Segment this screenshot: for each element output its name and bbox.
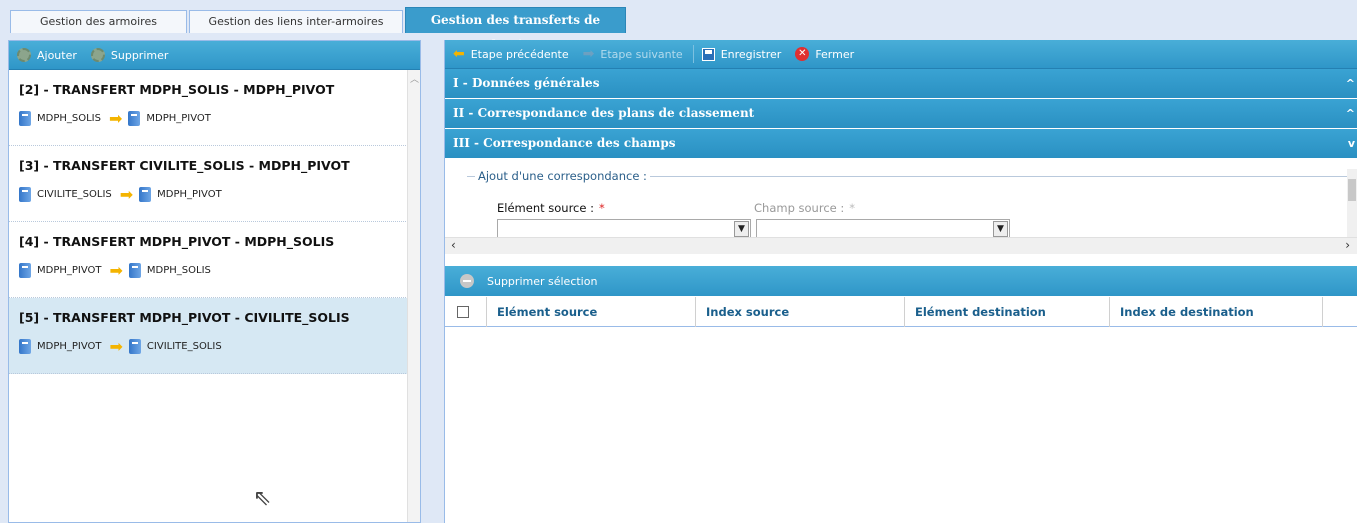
- gear-delete-icon: [90, 48, 105, 62]
- database-icon: [19, 339, 31, 354]
- arrow-right-icon: ➡: [109, 336, 123, 356]
- mapping-form: Ajout d'une correspondance : Elément sou…: [445, 169, 1357, 239]
- list-item[interactable]: [2] - TRANSFERT MDPH_SOLIS - MDPH_PIVOT …: [9, 70, 420, 146]
- next-step-button[interactable]: ➡ Etape suivante: [583, 46, 683, 62]
- close-button-label: Fermer: [815, 47, 855, 61]
- toolbar-separator: [692, 45, 694, 63]
- database-icon: [128, 263, 141, 278]
- previous-step-button[interactable]: ⬅ Etape précédente: [453, 46, 569, 62]
- database-icon: [19, 263, 31, 278]
- scroll-left-icon[interactable]: ‹: [451, 238, 456, 252]
- source-field-label: Champ source : *: [754, 201, 855, 215]
- transfer-title: [2] - TRANSFERT MDPH_SOLIS - MDPH_PIVOT: [19, 82, 335, 97]
- database-icon: [19, 187, 31, 202]
- route-source: MDPH_PIVOT: [37, 341, 102, 352]
- scroll-right-icon[interactable]: ›: [1345, 238, 1350, 252]
- transfer-list-panel: Ajouter Supprimer [2] - TRANSFERT MDPH_S…: [8, 40, 421, 523]
- remove-icon: [460, 274, 474, 288]
- transfer-title: [3] - TRANSFERT CIVILITE_SOLIS - MDPH_PI…: [19, 158, 350, 173]
- arrow-right-icon: ➡: [109, 260, 123, 280]
- source-field-select[interactable]: ▼: [756, 219, 1010, 239]
- section-title: III - Correspondance des champs: [453, 136, 676, 150]
- route-target: MDPH_PIVOT: [146, 113, 211, 124]
- left-toolbar: Ajouter Supprimer: [9, 41, 420, 70]
- transfer-route: MDPH_SOLIS ➡ MDPH_PIVOT: [19, 108, 410, 128]
- close-icon: ✕: [795, 47, 810, 61]
- route-source: CIVILITE_SOLIS: [37, 189, 112, 200]
- close-button[interactable]: ✕ Fermer: [795, 47, 854, 61]
- section-title: I - Données générales: [453, 76, 600, 90]
- dropdown-arrow-icon[interactable]: ▼: [993, 221, 1008, 237]
- transfer-route: MDPH_PIVOT ➡ CIVILITE_SOLIS: [19, 336, 410, 356]
- tab-transferts-dossiers[interactable]: Gestion des transferts de dossiers: [405, 7, 626, 52]
- column-header[interactable]: Index source: [696, 296, 905, 327]
- database-icon: [128, 339, 141, 354]
- route-target: MDPH_PIVOT: [157, 189, 222, 200]
- wizard-toolbar: ⬅ Etape précédente ➡ Etape suivante Enre…: [445, 40, 1357, 69]
- list-item-selected[interactable]: [5] - TRANSFERT MDPH_PIVOT - CIVILITE_SO…: [9, 298, 420, 374]
- tab-liens-inter-armoires[interactable]: Gestion des liens inter-armoires: [189, 10, 403, 33]
- panel-splitter[interactable]: [421, 40, 444, 523]
- scroll-up-icon[interactable]: ︿: [410, 72, 419, 85]
- database-icon: [19, 111, 31, 126]
- arrow-left-icon: ⬅: [453, 46, 465, 62]
- dropdown-arrow-icon[interactable]: ▼: [734, 221, 749, 237]
- chevron-up-icon[interactable]: ^: [1346, 99, 1355, 128]
- form-horizontal-scrollbar[interactable]: ‹ ›: [445, 237, 1357, 254]
- next-step-label: Etape suivante: [600, 47, 683, 61]
- add-button-label: Ajouter: [37, 48, 77, 62]
- add-button[interactable]: Ajouter: [17, 48, 77, 62]
- save-button-label: Enregistrer: [720, 47, 782, 61]
- source-element-label: Elément source : *: [497, 201, 605, 215]
- transfer-route: CIVILITE_SOLIS ➡ MDPH_PIVOT: [19, 184, 410, 204]
- delete-selection-label: Supprimer sélection: [487, 274, 598, 288]
- arrow-right-icon: ➡: [582, 46, 595, 62]
- route-source: MDPH_PIVOT: [37, 265, 102, 276]
- arrow-right-icon: ➡: [108, 108, 123, 128]
- section-field-mapping[interactable]: III - Correspondance des champs v: [445, 129, 1357, 159]
- list-item[interactable]: [4] - TRANSFERT MDPH_PIVOT - MDPH_SOLIS …: [9, 222, 420, 298]
- section-general-data[interactable]: I - Données générales ^: [445, 69, 1357, 99]
- route-target: CIVILITE_SOLIS: [146, 341, 222, 352]
- mapping-grid-body: [445, 327, 1357, 523]
- transfer-title: [5] - TRANSFERT MDPH_PIVOT - CIVILITE_SO…: [19, 310, 350, 325]
- grid-toolbar: Supprimer sélection: [445, 266, 1357, 296]
- transfer-route: MDPH_PIVOT ➡ MDPH_SOLIS: [19, 260, 410, 280]
- previous-step-label: Etape précédente: [470, 47, 569, 61]
- list-scrollbar[interactable]: ︿: [407, 70, 420, 522]
- list-item[interactable]: [3] - TRANSFERT CIVILITE_SOLIS - MDPH_PI…: [9, 146, 420, 222]
- tab-armoires[interactable]: Gestion des armoires: [10, 10, 187, 33]
- database-icon: [139, 187, 152, 202]
- main-tabbar: Gestion des armoires Gestion des liens i…: [0, 0, 1357, 52]
- route-source: MDPH_SOLIS: [37, 113, 101, 124]
- form-vertical-scrollbar[interactable]: [1347, 169, 1357, 237]
- transfer-list: [2] - TRANSFERT MDPH_SOLIS - MDPH_PIVOT …: [9, 70, 420, 522]
- source-element-select[interactable]: ▼: [497, 219, 751, 239]
- transfer-title: [4] - TRANSFERT MDPH_PIVOT - MDPH_SOLIS: [19, 234, 335, 249]
- delete-button[interactable]: Supprimer: [90, 48, 169, 62]
- delete-selection-button[interactable]: Supprimer sélection: [460, 274, 597, 288]
- mouse-cursor-icon: ⇖: [253, 486, 272, 511]
- chevron-up-icon[interactable]: ^: [1346, 69, 1355, 98]
- gear-add-icon: [17, 48, 31, 62]
- route-target: MDPH_SOLIS: [146, 265, 211, 276]
- section-classification-plans[interactable]: II - Correspondance des plans de classem…: [445, 99, 1357, 129]
- section-title: II - Correspondance des plans de classem…: [453, 106, 755, 120]
- floppy-disk-icon: [701, 47, 715, 61]
- database-icon: [128, 111, 141, 126]
- fieldset-legend: Ajout d'une correspondance :: [475, 169, 650, 183]
- column-header[interactable]: Elément destination: [905, 296, 1110, 327]
- save-button[interactable]: Enregistrer: [701, 47, 782, 61]
- scroll-thumb[interactable]: [1348, 179, 1356, 201]
- chevron-down-icon[interactable]: v: [1348, 129, 1355, 158]
- transfer-detail-panel: ⬅ Etape précédente ➡ Etape suivante Enre…: [444, 40, 1357, 523]
- mapping-grid-header: Elément source Index source Elément dest…: [445, 296, 1357, 327]
- select-all-checkbox[interactable]: [457, 305, 469, 318]
- column-header[interactable]: Elément source: [487, 296, 696, 327]
- column-header[interactable]: Index de destination: [1110, 296, 1323, 327]
- arrow-right-icon: ➡: [119, 184, 134, 204]
- delete-button-label: Supprimer: [110, 48, 169, 62]
- select-all-column: [445, 296, 487, 327]
